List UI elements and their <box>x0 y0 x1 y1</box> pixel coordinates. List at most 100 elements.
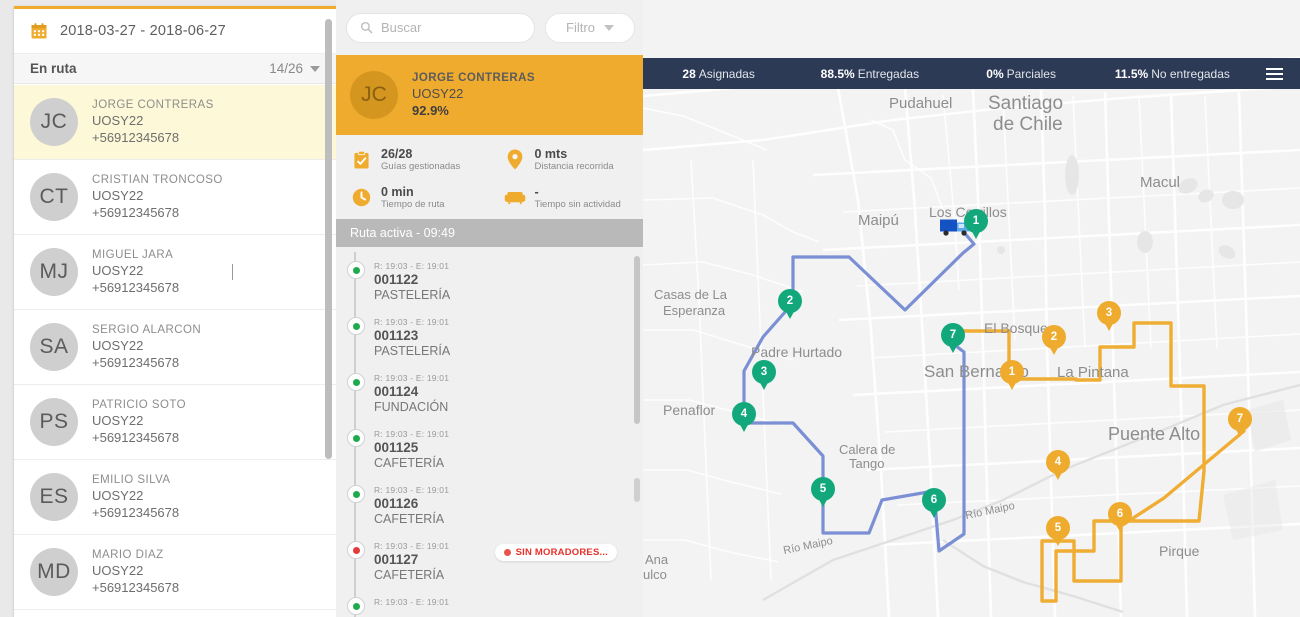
driver-row-emilio-silva[interactable]: ES EMILIO SILVA UOSY22 +56912345678 <box>14 460 336 535</box>
timeline-stop[interactable]: R: 19:03 - E: 19:01 001125 CAFETERÍA <box>336 420 643 476</box>
kpi-value: 88.5% <box>821 67 855 81</box>
kpi-entregadas: 88.5%Entregadas <box>794 65 945 83</box>
stat-tiempo-sin-actividad: - Tiempo sin actividad <box>490 185 644 211</box>
stat-distancia-recorrida: 0 mts Distancia recorrida <box>490 147 644 173</box>
map-pin-icon <box>504 148 526 172</box>
map-marker-green-5[interactable]: 5 <box>811 477 835 508</box>
driver-name: SERGIO ALARCON <box>92 324 201 336</box>
date-range-text: 2018-03-27 - 2018-06-27 <box>60 23 226 39</box>
search-icon <box>360 21 373 34</box>
sofa-icon <box>504 186 526 210</box>
driver-plate: UOSY22 <box>92 188 223 203</box>
stop-type: PASTELERÍA <box>374 288 643 302</box>
driver-row-jorge-contreras[interactable]: JC JORGE CONTRERAS UOSY22 +56912345678 <box>14 85 336 160</box>
drivers-list-header: En ruta 14/26 <box>14 54 336 84</box>
stop-code: 001126 <box>374 496 643 511</box>
stat-value: 26/28 <box>381 147 460 161</box>
drivers-list-scrollbar[interactable] <box>325 19 332 459</box>
driver-row-mario-diaz[interactable]: MD MARIO DIAZ UOSY22 +56912345678 <box>14 535 336 610</box>
driver-plate: UOSY22 <box>92 488 179 503</box>
kpi-value: 28 <box>682 67 695 81</box>
driver-name: MARIO DIAZ <box>92 549 179 561</box>
driver-plate: UOSY22 <box>92 113 214 128</box>
driver-name: JORGE CONTRERAS <box>412 72 535 84</box>
text-cursor <box>232 264 233 280</box>
stop-time: R: 19:03 - E: 19:01 <box>374 364 643 383</box>
map-marker-orange-1[interactable]: 1 <box>1000 360 1024 391</box>
driver-plate: UOSY22 <box>92 338 201 353</box>
map-marker-green-7[interactable]: 7 <box>941 323 965 354</box>
drivers-panel: 2018-03-27 - 2018-06-27 En ruta 14/26 JC… <box>14 6 336 617</box>
kpi-value: 0% <box>986 67 1003 81</box>
status-dot-icon <box>347 317 365 335</box>
map-canvas[interactable]: Pudahuel Santiago de Chile Macul Los Cer… <box>643 0 1300 617</box>
route-active-header: Ruta activa - 09:49 <box>336 219 643 247</box>
stop-code: 001122 <box>374 272 643 287</box>
stop-time: R: 19:03 - E: 19:01 <box>374 588 643 607</box>
timeline-stop[interactable]: R: 19:03 - E: 19:01 001126 CAFETERÍA <box>336 476 643 532</box>
map-marker-orange-6[interactable]: 6 <box>1108 502 1132 533</box>
drivers-list-title: En ruta <box>30 61 77 76</box>
map-marker-green-2[interactable]: 2 <box>778 289 802 320</box>
map-panel[interactable]: Pudahuel Santiago de Chile Macul Los Cer… <box>643 0 1300 617</box>
driver-plate: UOSY22 <box>92 263 179 278</box>
timeline-stop[interactable]: R: 19:03 - E: 19:01 <box>336 588 643 617</box>
map-marker-orange-4[interactable]: 4 <box>1046 450 1070 481</box>
driver-name: JORGE CONTRERAS <box>92 99 214 111</box>
driver-row-miguel-jara[interactable]: MJ MIGUEL JARA UOSY22 +56912345678 <box>14 235 336 310</box>
timeline-scrollbar-lower[interactable] <box>634 478 640 502</box>
avatar: JC <box>350 71 398 119</box>
search-input[interactable]: Buscar <box>346 13 535 43</box>
stop-code: 001123 <box>374 328 643 343</box>
driver-name: EMILIO SILVA <box>92 474 179 486</box>
driver-row-sergio-alarcon[interactable]: SA SERGIO ALARCON UOSY22 +56912345678 <box>14 310 336 385</box>
kpi-label: No entregadas <box>1151 67 1230 81</box>
timeline-stop[interactable]: R: 19:03 - E: 19:01 001127 CAFETERÍA SIN… <box>336 532 643 588</box>
filter-button[interactable]: Filtro <box>545 13 635 43</box>
map-marker-green-6[interactable]: 6 <box>922 488 946 519</box>
drivers-list[interactable]: JC JORGE CONTRERAS UOSY22 +56912345678 C… <box>14 85 336 617</box>
driver-plate: UOSY22 <box>412 86 535 101</box>
map-marker-orange-2[interactable]: 2 <box>1042 325 1066 356</box>
chevron-down-icon[interactable] <box>310 66 320 72</box>
selected-driver-header[interactable]: JC JORGE CONTRERAS UOSY22 92.9% <box>336 55 643 135</box>
avatar: JC <box>30 98 78 146</box>
driver-completion-percent: 92.9% <box>412 103 535 118</box>
map-marker-green-3[interactable]: 3 <box>752 360 776 391</box>
map-kpi-bar: 28Asignadas 88.5%Entregadas 0%Parciales … <box>643 58 1300 89</box>
driver-name: PATRICIO SOTO <box>92 399 186 411</box>
stops-timeline[interactable]: R: 19:03 - E: 19:01 001122 PASTELERÍA R:… <box>336 252 643 617</box>
stop-time: R: 19:03 - E: 19:01 <box>374 252 643 271</box>
badge-label: SIN MORADORES... <box>516 547 608 558</box>
timeline-stop[interactable]: R: 19:03 - E: 19:01 001123 PASTELERÍA <box>336 308 643 364</box>
route-stats: 26/28 Guías gestionadas 0 mts Distancia … <box>336 135 643 219</box>
timeline-stop[interactable]: R: 19:03 - E: 19:01 001122 PASTELERÍA <box>336 252 643 308</box>
hamburger-menu-icon[interactable] <box>1248 68 1300 80</box>
driver-row-cristian-troncoso[interactable]: CT CRISTIAN TRONCOSO UOSY22 +56912345678 <box>14 160 336 235</box>
stat-label: Distancia recorrida <box>535 161 614 172</box>
date-range-picker[interactable]: 2018-03-27 - 2018-06-27 <box>14 9 336 54</box>
map-marker-orange-3[interactable]: 3 <box>1097 301 1121 332</box>
driver-plate: UOSY22 <box>92 413 186 428</box>
driver-phone: +56912345678 <box>92 205 223 220</box>
stat-value: 0 mts <box>535 147 614 161</box>
stat-value: - <box>535 185 621 199</box>
badge-dot-icon <box>504 549 511 556</box>
status-dot-icon <box>347 373 365 391</box>
avatar: PS <box>30 398 78 446</box>
map-marker-green-4[interactable]: 4 <box>732 402 756 433</box>
map-marker-green-1[interactable]: 1 <box>964 209 988 240</box>
driver-phone: +56912345678 <box>92 355 201 370</box>
clock-icon <box>350 186 372 210</box>
timeline-stop[interactable]: R: 19:03 - E: 19:01 001124 FUNDACIÓN <box>336 364 643 420</box>
kpi-value: 11.5% <box>1115 67 1148 81</box>
search-placeholder: Buscar <box>381 20 421 35</box>
driver-row-patricio-soto[interactable]: PS PATRICIO SOTO UOSY22 +56912345678 <box>14 385 336 460</box>
app-root: 2018-03-27 - 2018-06-27 En ruta 14/26 JC… <box>0 0 1300 617</box>
map-marker-orange-5[interactable]: 5 <box>1046 516 1070 547</box>
map-vector-layer <box>643 0 1300 617</box>
timeline-scrollbar[interactable] <box>634 256 640 424</box>
avatar: MJ <box>30 248 78 296</box>
stop-type: CAFETERÍA <box>374 456 643 470</box>
map-marker-orange-7[interactable]: 7 <box>1228 407 1252 438</box>
